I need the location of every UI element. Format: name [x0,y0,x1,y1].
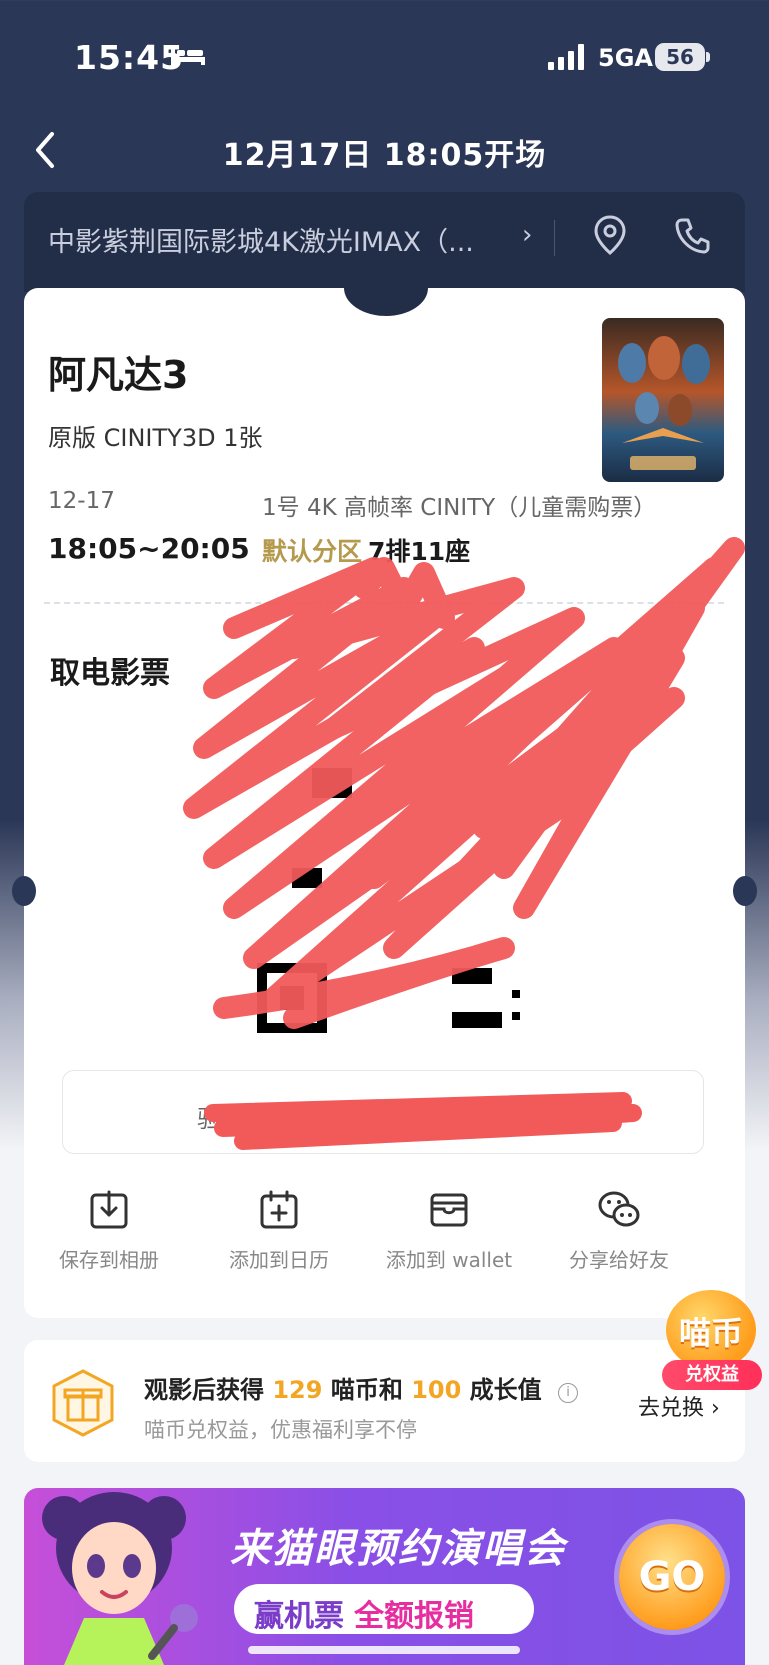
location-pin-icon[interactable] [592,214,628,256]
ticket-notch [344,260,428,316]
reward-text-after: 成长值 [469,1376,542,1404]
share-to-friend-button[interactable]: 分享给好友 [534,1188,704,1273]
ticket-actions: 保存到相册 添加到日历 添加到 wallet 分享给好友 [24,1188,745,1298]
status-time: 15:45 [74,38,185,77]
battery-indicator: 56 [655,43,705,71]
banner-title: 来猫眼预约演唱会 [230,1526,566,1572]
coin-badge-tag: 兑权益 [662,1360,762,1390]
reward-coins: 129 [272,1376,323,1404]
reward-subtitle: 喵币兑权益，优惠福利享不停 [144,1418,417,1442]
show-time: 18:05~20:05 [48,532,250,565]
reward-text-before: 观影后获得 [144,1376,264,1404]
redaction-scribble [204,1092,642,1150]
calendar-add-icon [260,1190,298,1229]
verify-code-box: 验 [62,1070,704,1154]
add-to-wallet-button[interactable]: 添加到 wallet [364,1188,534,1273]
chevron-right-icon: › [522,220,533,250]
reward-growth: 100 [411,1376,462,1404]
home-indicator[interactable] [248,1646,520,1654]
signal-icon [548,44,584,70]
concert-promo-banner[interactable]: 来猫眼预约演唱会 赢机票 全额报销 GO [24,1488,745,1665]
reward-text-mid: 喵币和 [330,1376,403,1404]
divider [554,220,555,256]
go-button[interactable]: GO [619,1524,725,1630]
seat-number: 7排11座 [368,537,471,566]
reward-card[interactable]: 观影后获得 129 喵币和 100 成长值 i 喵币兑权益，优惠福利享不停 去兑… [24,1340,745,1462]
status-bar: 15:45 5GA 56 [0,0,769,110]
action-label: 添加到日历 [229,1248,329,1272]
cinema-name[interactable]: 中影紫荆国际影城4K激光IMAX（... [48,220,518,259]
network-type: 5GA [598,44,653,72]
ticket-card: 阿凡达3 原版 CINITY3D 1张 12-17 18:05~20:05 1号… [12,260,757,1318]
reward-title: 观影后获得 129 喵币和 100 成长值 i [144,1370,579,1405]
coin-badge-title: 喵币 [678,1314,743,1352]
phone-icon[interactable] [674,216,710,254]
banner-subtitle-1: 赢机票 [254,1599,344,1634]
battery-tip [706,52,710,62]
gift-icon [52,1369,114,1437]
cartoon-girl-illustration [42,1492,198,1665]
movie-poster[interactable] [602,318,724,482]
info-icon[interactable]: i [558,1383,579,1403]
save-to-album-button[interactable]: 保存到相册 [24,1188,194,1273]
add-to-calendar-button[interactable]: 添加到日历 [194,1188,364,1273]
sleep-mode-icon [171,47,205,65]
action-label: 分享给好友 [569,1248,669,1272]
wechat-share-icon [598,1191,640,1227]
action-label: 保存到相册 [59,1248,159,1272]
nav-bar: 12月17日 18:05开场 [0,120,769,180]
ticket-side-notch [733,876,757,906]
seat-zone: 默认分区 [262,537,363,566]
wallet-icon [430,1193,468,1227]
page-title: 12月17日 18:05开场 [222,138,547,173]
show-date: 12-17 [48,488,115,514]
ticket-divider [44,602,724,604]
movie-title: 阿凡达3 [48,353,189,397]
qr-code [252,728,542,1038]
ticket-side-notch [12,876,36,906]
coin-rights-badge[interactable]: 喵币 兑权益 [660,1290,762,1400]
movie-format: 原版 CINITY3D 1张 [48,424,263,452]
hall-name: 1号 4K 高帧率 CINITY（儿童需购票） [262,495,657,521]
action-label: 添加到 wallet [385,1248,513,1272]
banner-subtitle-2: 全额报销 [354,1599,474,1634]
download-album-icon [90,1190,128,1229]
pickup-title: 取电影票 [50,656,170,691]
